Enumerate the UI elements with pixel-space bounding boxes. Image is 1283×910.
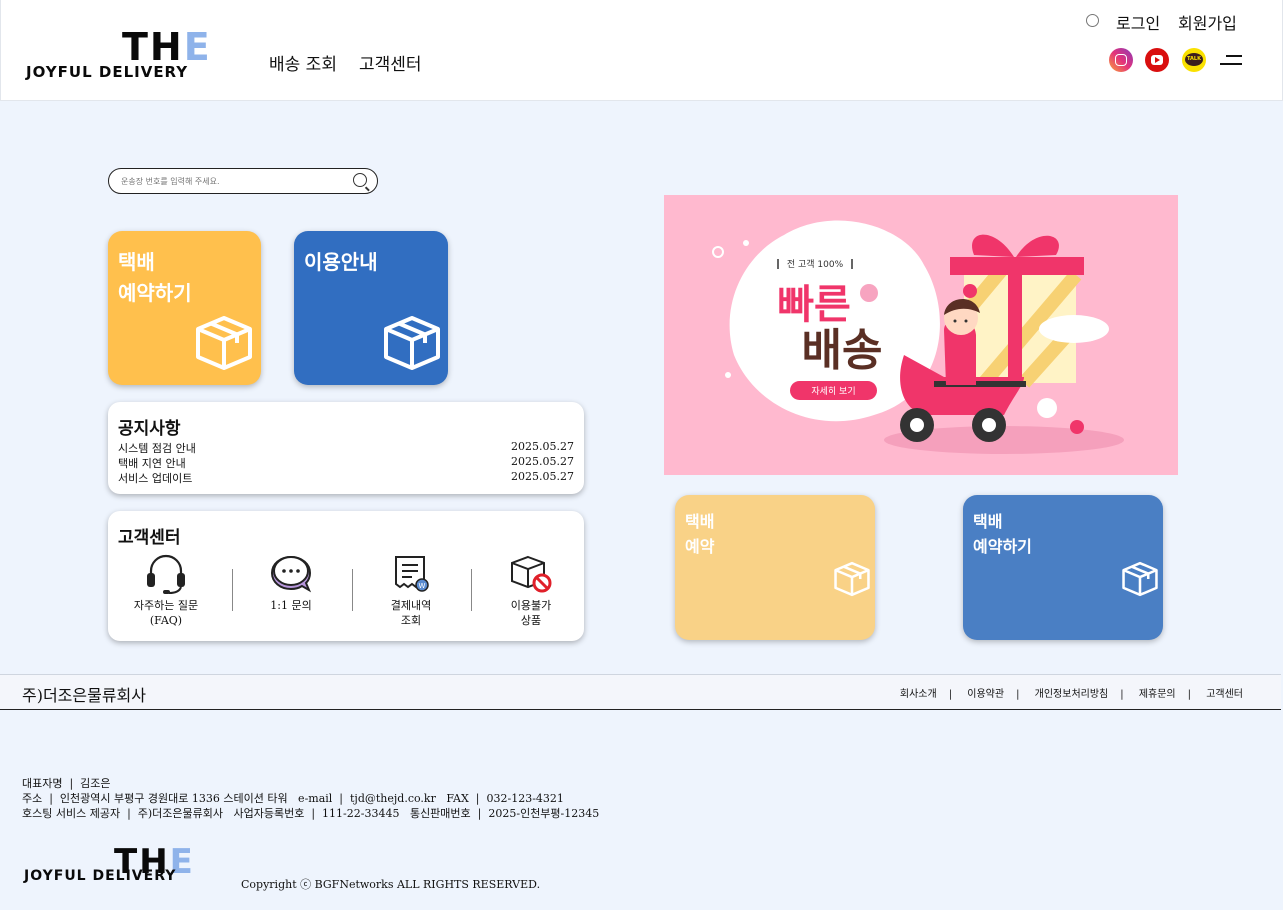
site-header: THE JOYFUL DELIVERY 배송 조회 고객센터 로그인 회원가입 … [0, 0, 1283, 101]
banner-tag: 전 고객 100% [787, 259, 844, 270]
payment-history-link[interactable]: W 결제내역 조회 [356, 553, 466, 628]
footer-links: 회사소개 | 이용약관 | 개인정보처리방침 | 제휴문의 | 고객센터 [899, 689, 1243, 700]
signup-link[interactable]: 회원가입 [1178, 10, 1237, 34]
reserve-tile[interactable]: 택배 예약하기 [108, 231, 261, 385]
nav-customer-center[interactable]: 고객센터 [359, 50, 422, 75]
prohibited-box-icon [511, 555, 552, 593]
youtube-icon[interactable] [1145, 48, 1169, 72]
footer-logo: THE JOYFUL DELIVERY [24, 845, 230, 883]
search-icon[interactable] [1086, 14, 1099, 27]
reserve-tile-small[interactable]: 택배 예약 [675, 495, 875, 640]
reserve-tile-blue[interactable]: 택배 예약하기 [963, 495, 1163, 640]
promo-banner[interactable]: 전 고객 100% 빠른 배송 자세히 보기 [664, 195, 1178, 475]
box-icon [1122, 561, 1158, 597]
receipt-icon: W [395, 556, 429, 592]
footer-info: 대표자명 | 김조은 주소 | 인천광역시 부평구 경원대로 1336 스테이션… [22, 777, 600, 820]
separator [232, 569, 233, 611]
banner-button: 자세히 보기 [811, 386, 855, 397]
faq-link[interactable]: 자주하는 질문 (FAQ) [111, 553, 221, 628]
notice-card: 공지사항 시스템 점검 안내 2025.05.27 택배 지연 안내 2025.… [108, 402, 584, 494]
separator [471, 569, 472, 611]
copyright: Copyright ⓒ BGFNetworks ALL RIGHTS RESER… [241, 878, 541, 891]
customer-center-card: 고객센터 자주하는 질문 (FAQ) 1:1 문의 W 결제내역 조회 이용불가… [108, 511, 584, 641]
hamburger-menu-icon[interactable] [1220, 55, 1242, 65]
waybill-search-input[interactable] [121, 173, 341, 189]
footer-link-terms[interactable]: 이용약관 [967, 689, 1004, 700]
login-link[interactable]: 로그인 [1116, 10, 1160, 34]
separator [352, 569, 353, 611]
chat-bubble-icon [270, 555, 312, 593]
footer-company: 주)더조은물류회사 [22, 686, 147, 705]
box-icon [834, 561, 870, 597]
customer-center-title: 고객센터 [118, 528, 181, 548]
svg-text:W: W [419, 582, 426, 590]
footer-logo-sub: JOYFUL DELIVERY [24, 868, 177, 884]
box-icon [384, 316, 440, 370]
banner-line1: 빠른 [777, 282, 851, 328]
inquiry-link[interactable]: 1:1 문의 [236, 553, 346, 613]
guide-tile[interactable]: 이용안내 [294, 231, 448, 385]
notice-item[interactable]: 시스템 점검 안내 2025.05.27 [118, 440, 574, 455]
waybill-search [108, 168, 378, 194]
guide-tile-label: 이용안내 [304, 250, 378, 274]
restricted-items-link[interactable]: 이용불가 상품 [476, 553, 586, 628]
footer-link-partnership[interactable]: 제휴문의 [1139, 689, 1176, 700]
kakaotalk-icon[interactable]: TALK [1182, 48, 1206, 72]
box-icon [196, 316, 252, 370]
footer-link-about[interactable]: 회사소개 [900, 689, 937, 700]
logo-the: THE [122, 25, 212, 69]
instagram-icon[interactable] [1109, 48, 1133, 72]
reserve-tile-small-label: 택배 예약 [685, 512, 715, 556]
footer-link-support[interactable]: 고객센터 [1206, 689, 1243, 700]
banner-line2: 배송 [802, 325, 883, 376]
headset-icon [147, 554, 185, 594]
logo-sub: JOYFUL DELIVERY [26, 63, 189, 81]
footer-link-privacy[interactable]: 개인정보처리방침 [1035, 689, 1109, 700]
notice-title: 공지사항 [118, 419, 181, 439]
notice-item[interactable]: 택배 지연 안내 2025.05.27 [118, 455, 574, 470]
reserve-tile-label: 택배 예약하기 [118, 250, 192, 305]
banner-illustration: 전 고객 100% 빠른 배송 자세히 보기 [712, 220, 1124, 454]
nav-tracking[interactable]: 배송 조회 [269, 50, 337, 75]
notice-item[interactable]: 서비스 업데이트 2025.05.27 [118, 470, 574, 485]
reserve-tile-blue-label: 택배 예약하기 [973, 512, 1032, 556]
search-icon[interactable] [353, 173, 367, 187]
logo[interactable]: THE JOYFUL DELIVERY [26, 28, 244, 80]
footer-bar: 주)더조은물류회사 회사소개 | 이용약관 | 개인정보처리방침 | 제휴문의 | 고객… [0, 674, 1281, 710]
